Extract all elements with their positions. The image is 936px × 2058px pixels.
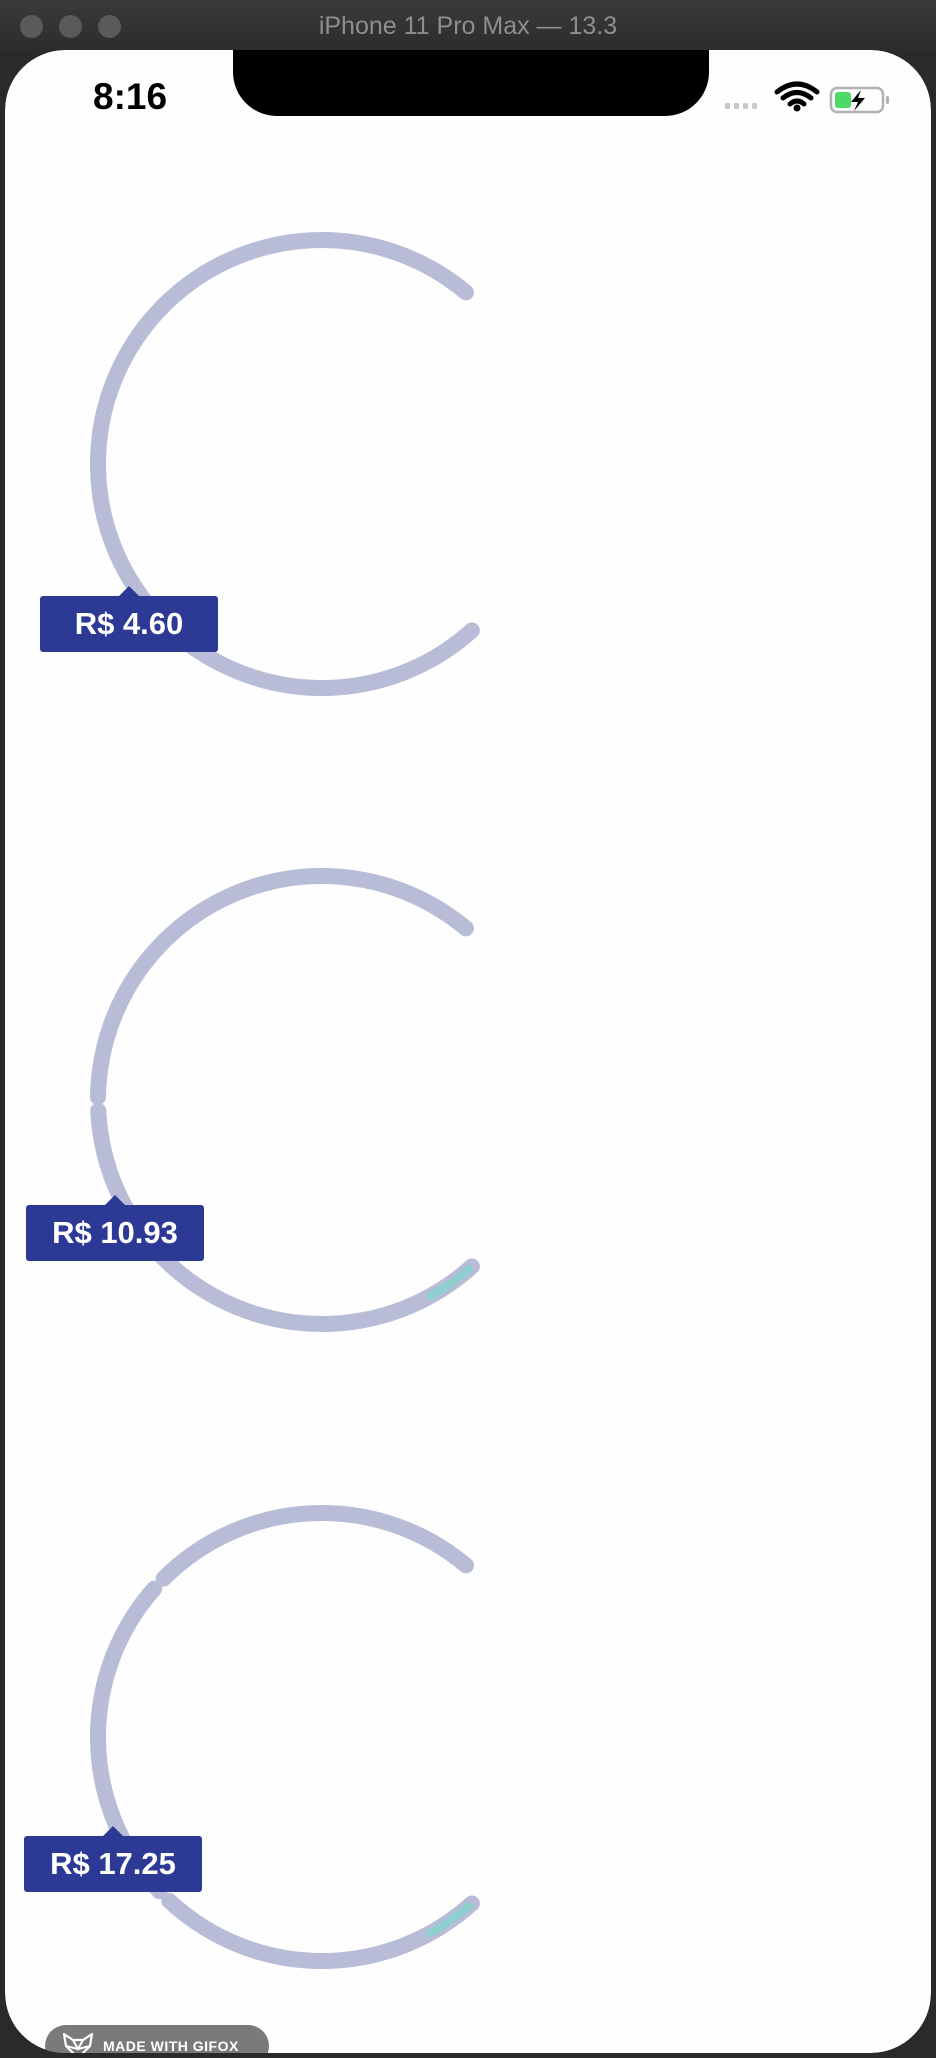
gauges-canvas: [90, 232, 480, 1969]
app-content: 8:16 R$ 4.60 R$ 10.93 R$ 17.25 MADE WITH…: [5, 50, 931, 2053]
price-tag: R$ 4.60: [40, 586, 218, 652]
price-tag-pointer: [117, 586, 141, 598]
price-label: R$ 4.60: [74, 606, 184, 641]
simulator-window: iPhone 11 Pro Max — 13.3 8:16 R$ 4.60 R$…: [0, 0, 936, 2058]
price-tag: R$ 10.93: [26, 1195, 204, 1261]
gifox-badge-text: MADE WITH GIFOX: [103, 2038, 239, 2053]
window-title: iPhone 11 Pro Max — 13.3: [318, 12, 618, 40]
fox-logo-icon: [62, 2032, 94, 2053]
gauge-segment: [155, 1505, 474, 1587]
gifox-badge: MADE WITH GIFOX: [45, 2025, 269, 2053]
gauge-segment: [161, 1892, 480, 1969]
window-titlebar: iPhone 11 Pro Max — 13.3: [0, 0, 936, 52]
gauge-segment: [90, 868, 474, 1106]
price-label: R$ 10.93: [52, 1215, 178, 1250]
price-tag-pointer: [103, 1195, 127, 1207]
device-screen: 8:16 R$ 4.60 R$ 10.93 R$ 17.25 MADE WITH…: [5, 50, 931, 2053]
price-gauge: [90, 1505, 480, 1969]
price-label: R$ 17.25: [50, 1846, 176, 1881]
price-tag-pointer: [101, 1826, 125, 1838]
price-tag: R$ 17.25: [24, 1826, 202, 1892]
